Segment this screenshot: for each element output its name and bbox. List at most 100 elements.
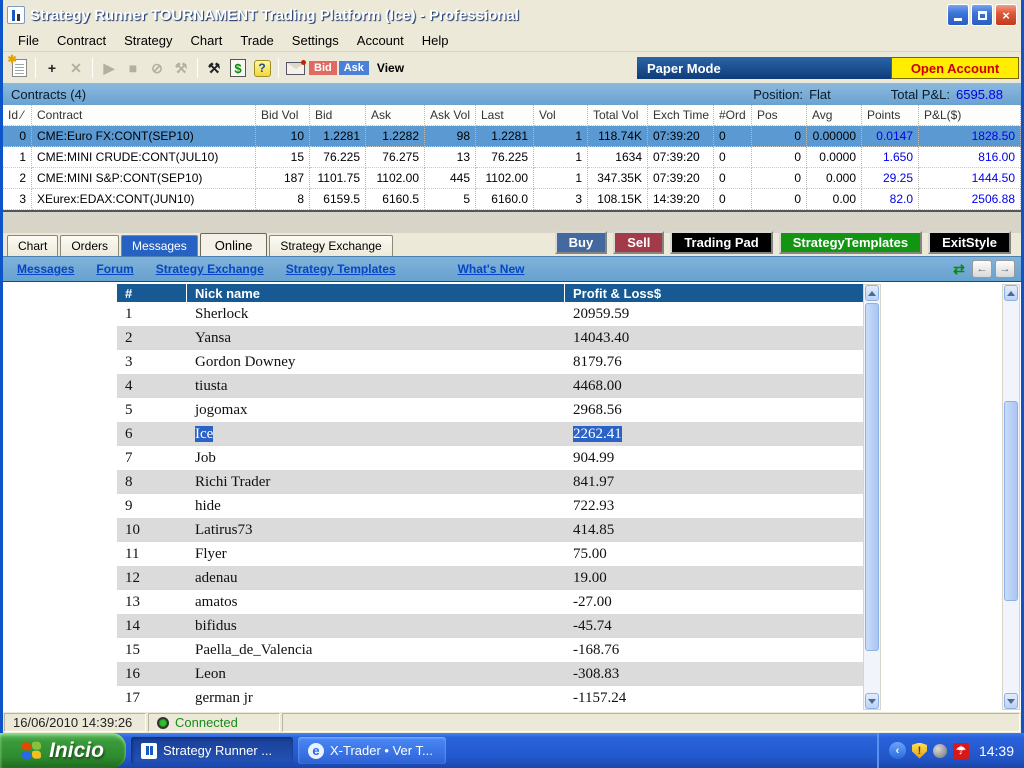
leaderboard-row[interactable]: 6 Ice 2262.41 [117, 422, 865, 446]
back-icon[interactable]: ← [972, 260, 992, 278]
leaderboard-row[interactable]: 1 Sherlock 20959.59 [117, 302, 865, 326]
tab[interactable]: Messages [121, 235, 198, 256]
leaderboard-row[interactable]: 13 amatos -27.00 [117, 590, 865, 614]
menu-item[interactable]: Strategy [115, 30, 181, 51]
forward-icon[interactable]: → [995, 260, 1015, 278]
column-header[interactable]: Last [476, 105, 534, 126]
column-header[interactable]: Exch Time [648, 105, 714, 126]
bid-badge[interactable]: Bid [309, 61, 337, 75]
leaderboard-row[interactable]: 17 german jr -1157.24 [117, 686, 865, 710]
leaderboard-row[interactable]: 3 Gordon Downey 8179.76 [117, 350, 865, 374]
column-header[interactable]: Points [862, 105, 919, 126]
scroll-down-icon[interactable] [1004, 693, 1018, 709]
link-forum[interactable]: Forum [96, 262, 133, 276]
column-header[interactable]: Contract [32, 105, 256, 126]
column-header[interactable]: #Ord [714, 105, 752, 126]
leaderboard-row[interactable]: 14 bifidus -45.74 [117, 614, 865, 638]
mail-icon[interactable] [284, 57, 306, 79]
new-strategy-icon[interactable] [8, 53, 30, 79]
contract-row[interactable]: 3 XEurex:EDAX:CONT(JUN10) 8 6159.5 6160.… [3, 189, 1021, 210]
ask: 6160.5 [366, 189, 425, 210]
leaderboard-row[interactable]: 10 Latirus73 414.85 [117, 518, 865, 542]
menu-item[interactable]: Contract [48, 30, 115, 51]
tab[interactable]: Chart [7, 235, 59, 256]
scroll-thumb[interactable] [865, 303, 879, 651]
leaderboard-row[interactable]: 12 adenau 19.00 [117, 566, 865, 590]
column-header[interactable]: P&L($) [919, 105, 1021, 126]
menu-item[interactable]: Account [348, 30, 413, 51]
column-header[interactable]: Id ⁄ [3, 105, 32, 126]
leaderboard-row[interactable]: 16 Leon -308.83 [117, 662, 865, 686]
scroll-up-icon[interactable] [865, 285, 879, 301]
action-button[interactable]: ExitStyle [928, 231, 1011, 254]
leaderboard-row[interactable]: 5 jogomax 2968.56 [117, 398, 865, 422]
menu-item[interactable]: Help [413, 30, 458, 51]
start-button[interactable]: Inicio [0, 733, 126, 768]
contract-row[interactable]: 1 CME:MINI CRUDE:CONT(JUL10) 15 76.225 7… [3, 147, 1021, 168]
refresh-icon[interactable]: ⇄ [949, 260, 969, 278]
action-button[interactable]: Buy [554, 231, 608, 254]
profit-loss: 414.85 [565, 522, 865, 539]
menu-item[interactable]: Settings [283, 30, 348, 51]
link-messages[interactable]: Messages [17, 262, 74, 276]
volume-icon[interactable] [932, 743, 947, 758]
contract-row[interactable]: 0 CME:Euro FX:CONT(SEP10) 10 1.2281 1.22… [3, 126, 1021, 147]
account-dollar-icon[interactable]: $ [227, 57, 249, 79]
open-account-button[interactable]: Open Account [891, 57, 1019, 79]
leaderboard-row[interactable]: 4 tiusta 4468.00 [117, 374, 865, 398]
taskbar-task-x-trader[interactable]: e X-Trader • Ver T... [298, 737, 446, 764]
link-strategy-exchange[interactable]: Strategy Exchange [156, 262, 264, 276]
scroll-down-icon[interactable] [865, 693, 879, 709]
action-button[interactable]: Trading Pad [670, 231, 773, 254]
column-header[interactable]: Total Vol [588, 105, 648, 126]
security-shield-icon[interactable]: ! [911, 742, 927, 759]
taskbar-task-strategy-runner[interactable]: Strategy Runner ... [131, 737, 293, 764]
action-button[interactable]: Sell [613, 231, 665, 254]
tools-icon[interactable]: ⚒ [203, 57, 225, 79]
scroll-thumb[interactable] [1004, 401, 1018, 601]
tab[interactable]: Strategy Exchange [269, 235, 393, 256]
antivirus-icon[interactable]: ☂ [952, 742, 969, 759]
column-header[interactable]: Avg [807, 105, 862, 126]
minimize-button[interactable] [947, 4, 969, 26]
leaderboard-row[interactable]: 8 Richi Trader 841.97 [117, 470, 865, 494]
maximize-button[interactable] [971, 4, 993, 26]
menu-item[interactable]: Chart [182, 30, 232, 51]
profit-loss-text: -1157.24 [573, 689, 627, 706]
column-header[interactable]: Bid [310, 105, 366, 126]
column-header[interactable]: Vol [534, 105, 588, 126]
close-button[interactable]: × [995, 4, 1017, 26]
leaderboard-row[interactable]: 7 Job 904.99 [117, 446, 865, 470]
leaderboard-scrollbar[interactable] [863, 284, 881, 710]
link-whats-new[interactable]: What's New [458, 262, 525, 276]
rank: 11 [125, 545, 140, 562]
tab[interactable]: Online [199, 233, 268, 257]
column-header[interactable]: Ask [366, 105, 425, 126]
profit-loss-text: 19.00 [573, 569, 607, 586]
column-header-rank[interactable]: # [117, 284, 187, 302]
last: 1102.00 [476, 168, 534, 189]
tab[interactable]: Orders [60, 235, 120, 256]
ask-badge[interactable]: Ask [338, 61, 369, 75]
add-icon[interactable]: + [41, 57, 63, 79]
column-header[interactable]: Pos [752, 105, 807, 126]
column-header[interactable]: Bid Vol [256, 105, 310, 126]
column-header[interactable]: Ask Vol [425, 105, 476, 126]
column-header-nick[interactable]: Nick name [187, 284, 565, 302]
help-icon[interactable]: ? [251, 57, 273, 79]
panel-scrollbar[interactable] [1002, 284, 1020, 710]
link-strategy-templates[interactable]: Strategy Templates [286, 262, 396, 276]
leaderboard-row[interactable]: 9 hide 722.93 [117, 494, 865, 518]
leaderboard-row[interactable]: 15 Paella_de_Valencia -168.76 [117, 638, 865, 662]
leaderboard-row[interactable]: 2 Yansa 14043.40 [117, 326, 865, 350]
column-header-pl[interactable]: Profit & Loss$ [565, 284, 865, 302]
menu-item[interactable]: Trade [231, 30, 282, 51]
scroll-up-icon[interactable] [1004, 285, 1018, 301]
view-menu[interactable]: View [377, 61, 404, 75]
menu-item[interactable]: File [9, 30, 48, 51]
hide-icons-chevron-icon[interactable]: ‹ [888, 742, 906, 759]
leaderboard-row[interactable]: 11 Flyer 75.00 [117, 542, 865, 566]
contract-row[interactable]: 2 CME:MINI S&P:CONT(SEP10) 187 1101.75 1… [3, 168, 1021, 189]
action-button[interactable]: StrategyTemplates [778, 231, 923, 254]
last: 76.225 [476, 147, 534, 168]
